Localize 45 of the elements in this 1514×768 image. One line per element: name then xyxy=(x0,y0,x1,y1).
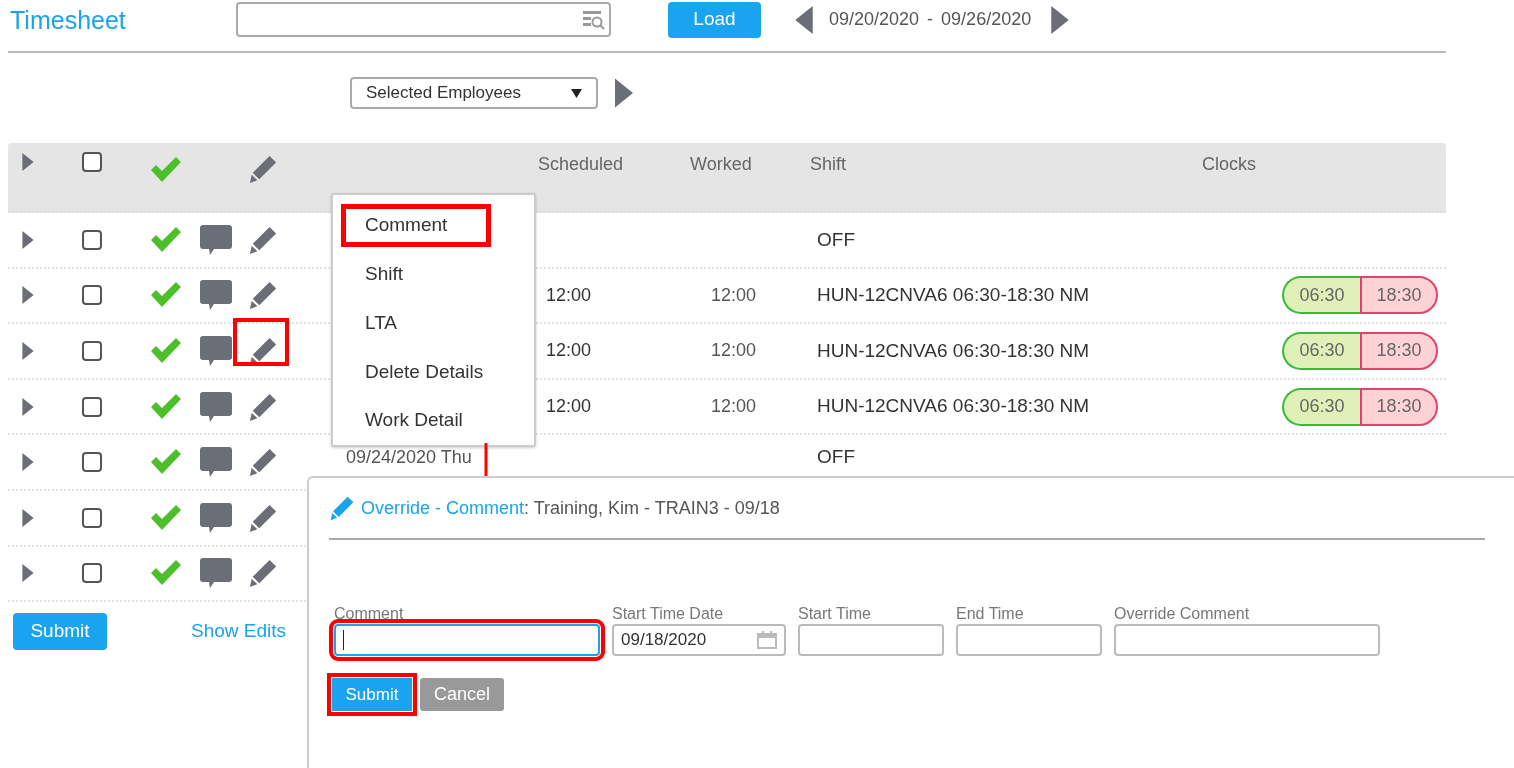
menu-item[interactable]: Work Detail xyxy=(341,399,491,443)
submit-button[interactable]: Submit xyxy=(13,612,107,650)
field-label: Comment xyxy=(334,604,405,624)
page-title: Timesheet xyxy=(10,4,127,36)
dialog-submit-button[interactable]: Submit xyxy=(332,678,412,711)
scheduled-cell: 12:00 xyxy=(546,396,592,417)
shift-cell: OFF xyxy=(817,445,855,467)
clock-out[interactable]: 18:30 xyxy=(1360,332,1438,370)
column-header: Worked xyxy=(690,153,753,176)
cancel-button[interactable]: Cancel xyxy=(420,678,504,711)
column-header: Scheduled xyxy=(537,153,625,176)
shift-cell: OFF xyxy=(817,228,855,250)
shift-cell: HUN-12CNVA6 06:30-18:30 NM xyxy=(817,339,1090,361)
date-separator: - xyxy=(927,8,934,31)
menu-item[interactable]: Shift xyxy=(341,252,491,296)
clock-in[interactable]: 06:30 xyxy=(1282,387,1360,426)
load-button[interactable]: Load xyxy=(668,1,761,38)
menu-item[interactable]: Delete Details xyxy=(341,350,491,394)
worked-cell: 12:00 xyxy=(711,284,757,305)
scheduled-cell: 12:00 xyxy=(546,284,592,305)
dialog-subject: : Training, Kim - TRAIN3 - 09/18 xyxy=(524,496,780,520)
date-to: 09/26/2020 xyxy=(941,8,1032,31)
clock-in[interactable]: 06:30 xyxy=(1282,332,1360,370)
date-field[interactable]: 09/18/2020 xyxy=(612,624,786,656)
field-label: Override Comment xyxy=(1114,604,1251,624)
menu-item[interactable]: LTA xyxy=(341,301,491,345)
menu-item[interactable]: Comment xyxy=(341,203,491,247)
clock-out[interactable]: 18:30 xyxy=(1360,276,1438,315)
clock-in[interactable]: 06:30 xyxy=(1282,276,1360,315)
dialog-heading: Override - Comment xyxy=(361,496,525,520)
scheduled-cell: 12:00 xyxy=(546,340,592,361)
worked-cell: 12:00 xyxy=(711,396,757,417)
date-from: 09/20/2020 xyxy=(829,8,920,31)
worked-cell: 12:00 xyxy=(711,340,757,361)
field-label: Start Time xyxy=(798,604,872,624)
field-label: Start Time Date xyxy=(612,604,725,624)
shift-cell: HUN-12CNVA6 06:30-18:30 NM xyxy=(817,284,1090,306)
clock-out[interactable]: 18:30 xyxy=(1360,387,1438,426)
column-header: Clocks xyxy=(1202,153,1257,176)
shift-cell: HUN-12CNVA6 06:30-18:30 NM xyxy=(817,395,1090,417)
show-edits-link[interactable]: Show Edits xyxy=(191,616,287,646)
field-label: End Time xyxy=(956,604,1025,624)
employee-dropdown[interactable]: Selected Employees xyxy=(350,77,598,109)
column-header: Shift xyxy=(810,153,848,176)
date-cell: 09/24/2020 Thu xyxy=(346,446,472,467)
